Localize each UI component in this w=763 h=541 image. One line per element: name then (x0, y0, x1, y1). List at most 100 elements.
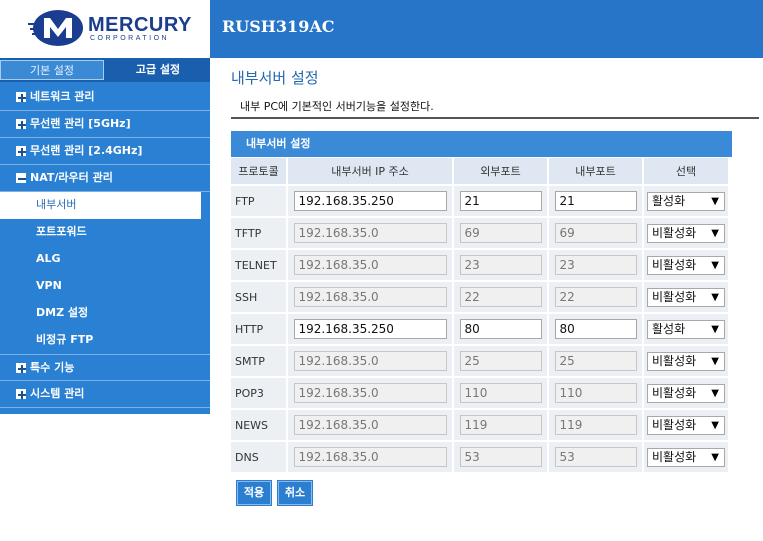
table-row: TFTP 192.168.35.0 69 69 비활성화 ▼ (231, 218, 728, 248)
state-select[interactable]: 비활성화 ▼ (647, 383, 725, 403)
collapse-minus-icon (16, 173, 26, 183)
table-row: POP3 192.168.35.0 110 110 비활성화 ▼ (231, 378, 728, 408)
external-port-input[interactable]: 69 (459, 223, 542, 243)
external-port-input[interactable]: 21 (459, 191, 542, 211)
internal-port-input[interactable]: 53 (554, 447, 637, 467)
protocol-cell: TFTP (231, 218, 286, 248)
protocol-cell: NEWS (231, 410, 286, 440)
server-ip-input[interactable]: 192.168.35.0 (293, 383, 447, 403)
state-value: 비활성화 (652, 225, 697, 240)
tab-advanced-settings[interactable]: 고급 설정 (106, 60, 210, 80)
internal-port-input[interactable]: 110 (554, 383, 637, 403)
internal-port-input[interactable]: 25 (554, 351, 637, 371)
ext-port-cell: 21 (454, 186, 547, 216)
internal-port-input[interactable]: 22 (554, 287, 637, 307)
menu-wireless-5ghz[interactable]: 무선랜 관리 [5GHz] (0, 111, 210, 138)
state-select[interactable]: 비활성화 ▼ (647, 351, 725, 371)
apply-button[interactable]: 적용 (237, 481, 271, 505)
server-ip-input[interactable]: 192.168.35.0 (293, 351, 447, 371)
sidebar-tabs: 기본 설정 고급 설정 (0, 58, 210, 82)
menu-system[interactable]: 시스템 관리 (0, 381, 210, 408)
menu-network[interactable]: 네트워크 관리 (0, 84, 210, 111)
state-select[interactable]: 비활성화 ▼ (647, 415, 725, 435)
submenu-dmz[interactable]: DMZ 설정 (0, 300, 210, 327)
internal-port-input[interactable]: 119 (554, 415, 637, 435)
external-port-input[interactable]: 25 (459, 351, 542, 371)
sidebar-menu: 네트워크 관리 무선랜 관리 [5GHz] 무선랜 관리 [2.4GHz] NA… (0, 84, 210, 408)
tab-basic-settings[interactable]: 기본 설정 (0, 60, 104, 80)
protocol-cell: SMTP (231, 346, 286, 376)
state-select[interactable]: 비활성화 ▼ (647, 287, 725, 307)
server-ip-input[interactable]: 192.168.35.250 (293, 191, 447, 211)
menu-label: NAT/라우터 관리 (30, 171, 113, 184)
logo-area: MERCURY CORPORATION (0, 0, 210, 58)
table-row: DNS 192.168.35.0 53 53 비활성화 ▼ (231, 442, 728, 472)
server-ip-input[interactable]: 192.168.35.0 (293, 415, 447, 435)
header-bar: RUSH319AC (210, 0, 763, 58)
protocol-cell: TELNET (231, 250, 286, 280)
dropdown-arrow-icon: ▼ (711, 355, 719, 367)
dropdown-arrow-icon: ▼ (711, 259, 719, 271)
submenu-port-forward[interactable]: 포트포워드 (0, 219, 210, 246)
table-row: HTTP 192.168.35.250 80 80 활성화 ▼ (231, 314, 728, 344)
int-port-cell: 21 (549, 186, 642, 216)
server-ip-input[interactable]: 192.168.35.0 (293, 287, 447, 307)
dropdown-arrow-icon: ▼ (711, 323, 719, 335)
table-header-row: 프로토콜 내부서버 IP 주소 외부포트 내부포트 선택 (231, 158, 728, 184)
server-ip-input[interactable]: 192.168.35.0 (293, 223, 447, 243)
brand-sub: CORPORATION (90, 35, 170, 42)
cancel-button[interactable]: 취소 (278, 481, 312, 505)
submenu-vpn[interactable]: VPN (0, 273, 210, 300)
state-value: 비활성화 (652, 449, 697, 464)
menu-nat-router[interactable]: NAT/라우터 관리 (0, 165, 210, 192)
external-port-input[interactable]: 23 (459, 255, 542, 275)
sidebar: 기본 설정 고급 설정 네트워크 관리 무선랜 관리 [5GHz] 무선랜 관리… (0, 58, 210, 414)
select-cell: 활성화 ▼ (644, 186, 728, 216)
state-select[interactable]: 비활성화 ▼ (647, 255, 725, 275)
ip-cell: 192.168.35.0 (288, 250, 452, 280)
server-ip-input[interactable]: 192.168.35.0 (293, 255, 447, 275)
select-cell: 비활성화 ▼ (644, 346, 728, 376)
server-table: 프로토콜 내부서버 IP 주소 외부포트 내부포트 선택 FTP 192.168.… (229, 156, 730, 474)
external-port-input[interactable]: 110 (459, 383, 542, 403)
int-port-cell: 119 (549, 410, 642, 440)
external-port-input[interactable]: 119 (459, 415, 542, 435)
dropdown-arrow-icon: ▼ (711, 451, 719, 463)
page-title: 내부서버 설정 (231, 69, 319, 87)
state-select[interactable]: 활성화 ▼ (647, 191, 725, 211)
state-select[interactable]: 비활성화 ▼ (647, 223, 725, 243)
menu-special-features[interactable]: 특수 기능 (0, 354, 210, 381)
external-port-input[interactable]: 22 (459, 287, 542, 307)
expand-plus-icon (16, 146, 26, 156)
internal-port-input[interactable]: 80 (554, 319, 637, 339)
internal-port-input[interactable]: 69 (554, 223, 637, 243)
ip-cell: 192.168.35.0 (288, 346, 452, 376)
select-cell: 비활성화 ▼ (644, 282, 728, 312)
select-cell: 활성화 ▼ (644, 314, 728, 344)
submenu-internal-server[interactable]: 내부서버 (0, 192, 201, 219)
internal-port-input[interactable]: 21 (554, 191, 637, 211)
ext-port-cell: 22 (454, 282, 547, 312)
internal-port-input[interactable]: 23 (554, 255, 637, 275)
table-body: FTP 192.168.35.250 21 21 활성화 ▼ TFTP 192.168.35.… (231, 186, 728, 472)
int-port-cell: 53 (549, 442, 642, 472)
col-server-ip: 내부서버 IP 주소 (288, 158, 452, 184)
external-port-input[interactable]: 53 (459, 447, 542, 467)
model-name: RUSH319AC (222, 17, 335, 36)
col-select: 선택 (644, 158, 728, 184)
server-ip-input[interactable]: 192.168.35.250 (293, 319, 447, 339)
int-port-cell: 69 (549, 218, 642, 248)
submenu-alg[interactable]: ALG (0, 246, 210, 273)
external-port-input[interactable]: 80 (459, 319, 542, 339)
int-port-cell: 110 (549, 378, 642, 408)
menu-wireless-24ghz[interactable]: 무선랜 관리 [2.4GHz] (0, 138, 210, 165)
state-select[interactable]: 활성화 ▼ (647, 319, 725, 339)
state-value: 비활성화 (652, 385, 697, 400)
state-select[interactable]: 비활성화 ▼ (647, 447, 725, 467)
int-port-cell: 80 (549, 314, 642, 344)
int-port-cell: 23 (549, 250, 642, 280)
state-value: 비활성화 (652, 353, 697, 368)
col-protocol: 프로토콜 (231, 158, 286, 184)
server-ip-input[interactable]: 192.168.35.0 (293, 447, 447, 467)
submenu-irregular-ftp[interactable]: 비정규 FTP (0, 327, 210, 354)
